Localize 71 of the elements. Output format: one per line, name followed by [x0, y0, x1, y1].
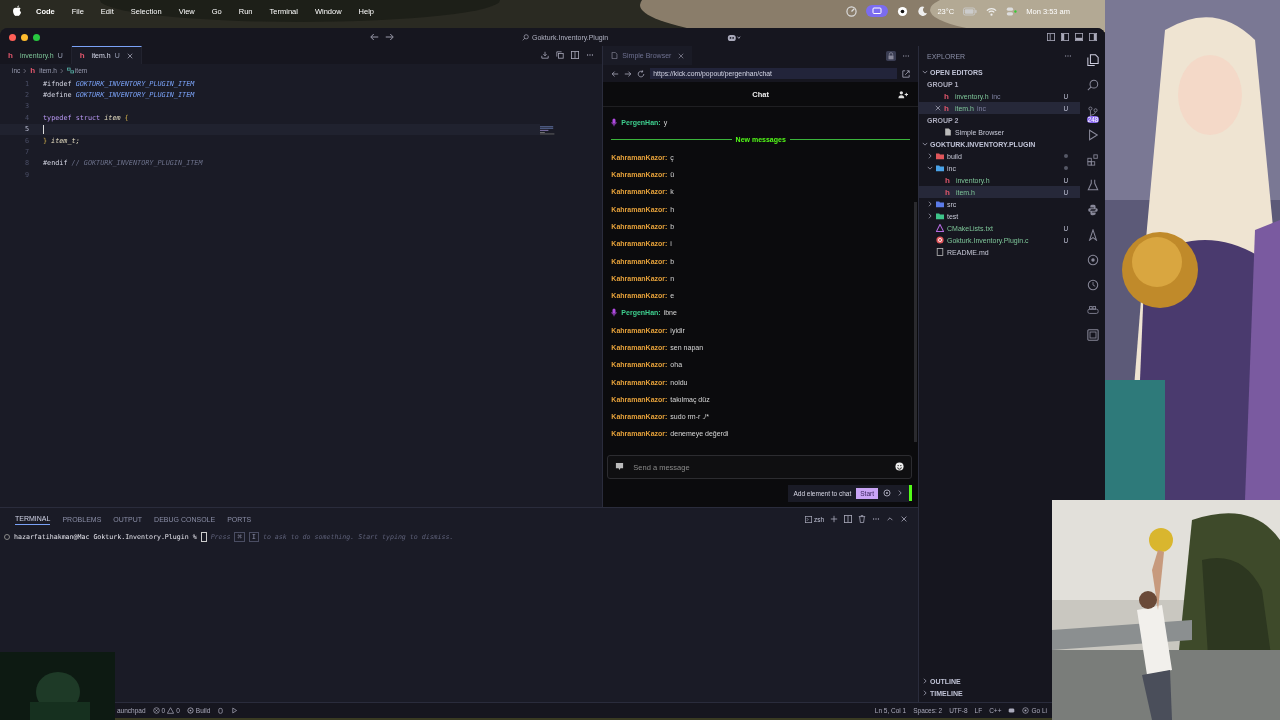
chat-icon	[615, 462, 625, 471]
close-window-button[interactable]	[9, 33, 16, 41]
files-icon[interactable]	[1086, 54, 1099, 66]
add-terminal-icon[interactable]	[830, 515, 838, 523]
lock-icon[interactable]	[886, 50, 896, 61]
gear-icon	[186, 707, 194, 714]
chevron-icon[interactable]	[927, 153, 933, 159]
forward-arrow-icon[interactable]	[385, 33, 394, 41]
secondary-sidebar-icon[interactable]	[1089, 33, 1097, 41]
close-icon[interactable]	[126, 52, 133, 59]
minimize-window-button[interactable]	[21, 33, 28, 41]
struct-icon	[66, 67, 74, 74]
users-icon[interactable]	[898, 90, 908, 99]
chevron-icon[interactable]	[922, 141, 928, 147]
play-icon[interactable]	[231, 707, 239, 714]
search-icon	[522, 33, 529, 41]
more-icon[interactable]	[1064, 52, 1073, 60]
search-icon[interactable]	[1086, 79, 1099, 91]
layout-icon[interactable]	[1047, 33, 1055, 41]
terminal-icon	[804, 515, 812, 523]
warning-icon	[167, 707, 175, 714]
extensions-icon[interactable]	[1086, 154, 1099, 166]
file-icon	[936, 248, 944, 256]
ring-icon	[936, 236, 944, 244]
text-cursor	[200, 531, 207, 542]
sidebar-toggle-icon[interactable]	[1061, 33, 1069, 41]
chevron-right-icon[interactable]	[896, 489, 904, 497]
error-icon	[152, 707, 160, 714]
chevron-icon[interactable]	[927, 201, 933, 207]
scrollbar[interactable]	[914, 202, 917, 442]
record-icon[interactable]	[897, 5, 909, 17]
settings-icon[interactable]	[883, 489, 891, 497]
reload-icon[interactable]	[637, 69, 646, 78]
more-icon[interactable]	[586, 51, 595, 59]
open-external-icon[interactable]	[902, 69, 910, 78]
source-control-icon[interactable]	[1086, 106, 1099, 118]
split-editor-icon[interactable]	[571, 51, 580, 59]
chevron-icon	[59, 67, 64, 74]
chevron-icon	[23, 67, 28, 74]
moon-icon	[917, 5, 929, 17]
compare-icon[interactable]	[541, 51, 550, 59]
bug-icon[interactable]	[217, 707, 225, 714]
python-icon[interactable]	[1086, 204, 1099, 216]
panel-icon[interactable]	[1086, 329, 1099, 341]
forward-arrow-icon[interactable]	[624, 69, 633, 78]
close-icon[interactable]	[678, 52, 685, 59]
back-arrow-icon[interactable]	[611, 69, 620, 78]
back-arrow-icon[interactable]	[370, 33, 379, 41]
triangle-icon	[936, 224, 944, 232]
text-cursor	[43, 124, 44, 134]
run-debug-icon[interactable]	[1086, 129, 1099, 141]
split-terminal-icon[interactable]	[844, 515, 852, 523]
close-icon[interactable]	[935, 105, 941, 111]
emoji-icon[interactable]	[895, 462, 904, 471]
maximize-panel-icon[interactable]	[886, 515, 894, 523]
file-icon	[611, 52, 619, 59]
clock-icon[interactable]	[1086, 279, 1099, 291]
accent-bar	[909, 485, 912, 501]
gauge-icon[interactable]	[846, 5, 858, 17]
trash-icon[interactable]	[858, 515, 866, 523]
close-icon[interactable]	[900, 515, 908, 523]
copy-icon[interactable]	[556, 51, 565, 59]
panel-toggle-icon[interactable]	[1075, 33, 1083, 41]
chevron-icon[interactable]	[927, 165, 933, 171]
file-icon	[944, 128, 952, 136]
apple-icon[interactable]	[12, 5, 22, 17]
flask-icon[interactable]	[1086, 179, 1099, 191]
maximize-window-button[interactable]	[33, 33, 40, 41]
chevron-icon[interactable]	[922, 69, 928, 75]
chevron-icon[interactable]	[927, 213, 933, 219]
more-icon[interactable]	[872, 515, 880, 523]
